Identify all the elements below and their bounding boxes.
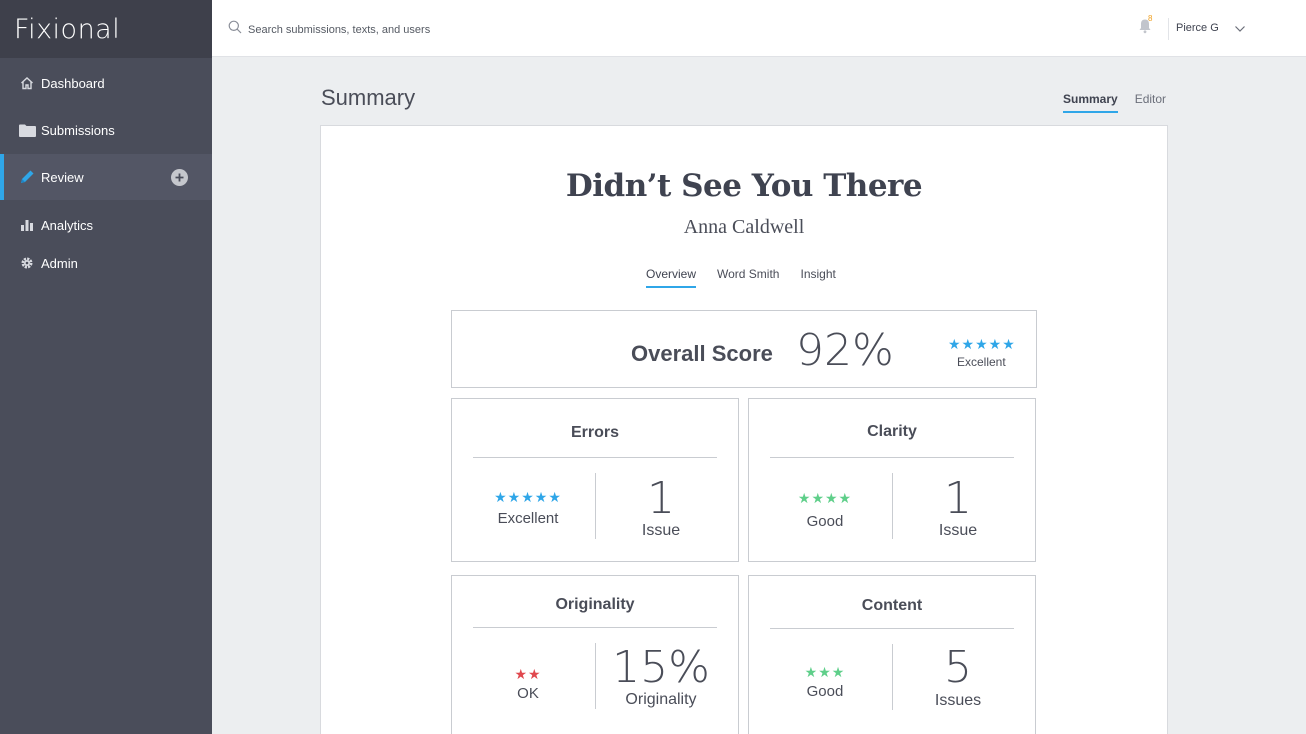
card-divider	[473, 457, 717, 458]
sidebar-item-dashboard[interactable]: Dashboard	[0, 60, 212, 106]
rating-text: Excellent	[497, 510, 559, 527]
card-title: Errors	[570, 424, 620, 441]
top-bar: 8 Pierce G	[212, 0, 1306, 57]
metric-unit: Originality	[625, 691, 697, 708]
tab-insight[interactable]: Insight	[800, 267, 835, 288]
rating-text: Good	[806, 513, 844, 530]
bar-chart-icon	[18, 217, 36, 233]
sidebar-item-label: Admin	[41, 255, 78, 271]
star-rating: ★★★★★	[494, 489, 562, 505]
tab-overview[interactable]: Overview	[646, 267, 697, 288]
document-tabs: Overview Word Smith Insight	[646, 267, 836, 288]
sidebar-nav: Dashboard Submissions Review Analytics A…	[0, 58, 212, 276]
gear-icon	[18, 255, 36, 271]
sidebar-item-analytics[interactable]: Analytics	[0, 200, 212, 250]
pencil-icon	[18, 169, 36, 185]
search-bar[interactable]	[228, 20, 548, 39]
sidebar-item-label: Submissions	[41, 122, 115, 138]
metric-value: 1	[944, 473, 972, 524]
metric-unit: Issue	[938, 522, 978, 539]
chevron-down-icon[interactable]	[1234, 22, 1246, 40]
summary-panel: Didn’t See You There Anna Caldwell Overv…	[320, 125, 1168, 734]
overall-score-card: Overall Score 92% ★★★★★ Excellent	[451, 310, 1037, 388]
star-rating: ★★★★	[797, 490, 853, 506]
sidebar: Fixional Dashboard Submissions Review An…	[0, 0, 212, 734]
star-rating: ★★	[514, 666, 542, 682]
search-icon	[228, 20, 242, 39]
user-name[interactable]: Pierce G	[1176, 22, 1219, 34]
card-title: Content	[861, 597, 923, 614]
document-author: Anna Caldwell	[683, 216, 805, 238]
app-logo[interactable]: Fixional	[14, 14, 120, 45]
document-title: Didn’t See You There	[565, 168, 923, 204]
errors-card: Errors ★★★★★ Excellent 1 Issue	[451, 398, 739, 562]
metric-unit: Issue	[641, 522, 681, 539]
metric-value: 5	[944, 642, 972, 693]
home-icon	[18, 75, 36, 91]
overall-score-value: 92%	[796, 325, 894, 376]
sidebar-item-submissions[interactable]: Submissions	[0, 106, 212, 154]
bell-icon	[1138, 19, 1152, 38]
originality-card: Originality ★★ OK 15% Originality	[451, 575, 739, 734]
sidebar-item-label: Analytics	[41, 217, 94, 233]
page-title: Summary	[321, 85, 416, 110]
content-card: Content ★★★ Good 5 Issues	[748, 575, 1036, 734]
metric-value: 15%	[612, 642, 710, 693]
sidebar-item-admin[interactable]: Admin	[0, 250, 212, 276]
overall-rating-text: Excellent	[957, 355, 1006, 369]
folder-icon	[18, 122, 36, 138]
sidebar-item-label: Review	[41, 169, 84, 185]
sidebar-item-label: Dashboard	[41, 75, 105, 91]
rating-text: OK	[517, 685, 539, 702]
tab-summary[interactable]: Summary	[1063, 92, 1118, 113]
logo-bar: Fixional	[0, 0, 212, 58]
card-title: Clarity	[867, 423, 917, 440]
card-divider	[473, 627, 717, 628]
notification-badge: 8	[1148, 14, 1153, 23]
topbar-divider	[1168, 18, 1169, 40]
tab-word-smith[interactable]: Word Smith	[717, 267, 779, 288]
card-divider	[770, 457, 1014, 458]
add-review-icon[interactable]	[171, 169, 188, 186]
rating-text: Good	[806, 683, 844, 700]
search-input[interactable]	[248, 23, 548, 36]
view-tabs: Summary Editor	[1063, 92, 1166, 113]
overall-star-rating: ★★★★★	[948, 336, 1016, 352]
overall-score-label: Overall Score	[631, 341, 773, 366]
card-title: Originality	[555, 596, 635, 613]
metric-value: 1	[647, 473, 675, 524]
metric-unit: Issues	[934, 692, 982, 709]
card-divider	[770, 628, 1014, 629]
tab-editor[interactable]: Editor	[1135, 92, 1166, 113]
notifications-button[interactable]: 8	[1138, 14, 1152, 39]
clarity-card: Clarity ★★★★ Good 1 Issue	[748, 398, 1036, 562]
sidebar-item-review[interactable]: Review	[0, 154, 212, 200]
star-rating: ★★★	[804, 664, 846, 680]
